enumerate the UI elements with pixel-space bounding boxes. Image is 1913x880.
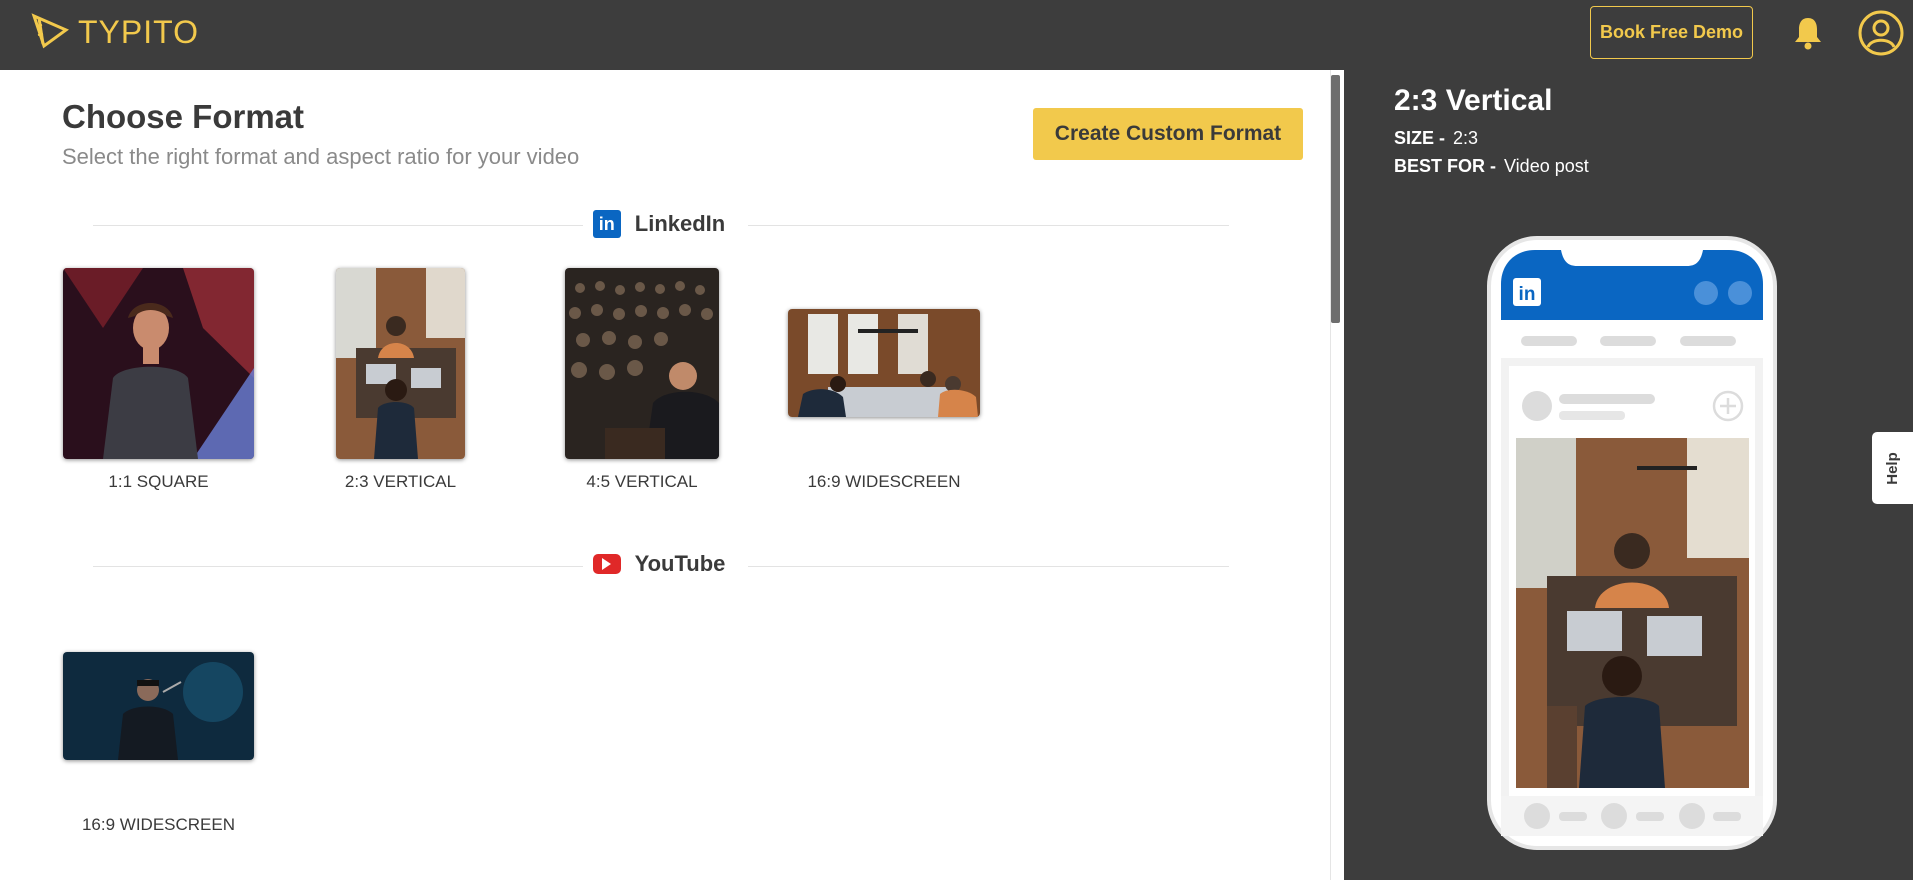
preview-size-value: 2:3 xyxy=(1453,128,1479,148)
section-header-linkedin: in LinkedIn xyxy=(93,210,1229,240)
preview-size: SIZE - 2:3 xyxy=(1394,128,1478,149)
section-header-youtube: YouTube xyxy=(93,551,1229,581)
phone-preview-mockup: in xyxy=(1487,236,1777,850)
preview-title: 2:3 Vertical xyxy=(1394,84,1553,117)
format-label: 16:9 WIDESCREEN xyxy=(807,472,961,491)
page-subtitle: Select the right format and aspect ratio… xyxy=(62,144,580,169)
help-tab[interactable]: Help xyxy=(1872,432,1913,504)
logo-text: TYPITO xyxy=(78,13,199,50)
phone-linkedin-icon: in xyxy=(1519,284,1536,305)
bell-icon[interactable] xyxy=(1792,15,1824,51)
preview-best-for-value: Video post xyxy=(1504,156,1589,176)
help-tab-label: Help xyxy=(1883,451,1901,485)
format-thumbnail[interactable] xyxy=(788,309,980,417)
section-title-linkedin: LinkedIn xyxy=(630,211,730,237)
user-avatar-icon[interactable] xyxy=(1858,10,1904,56)
book-free-demo-button[interactable]: Book Free Demo xyxy=(1590,6,1753,59)
format-label: 4:5 VERTICAL xyxy=(586,472,698,491)
linkedin-icon: in xyxy=(592,210,621,238)
section-title-youtube: YouTube xyxy=(630,551,730,577)
format-thumbnail[interactable] xyxy=(565,268,719,459)
typito-logo[interactable]: TYPITO xyxy=(30,12,199,52)
preview-best-for-label: BEST FOR - xyxy=(1394,156,1496,176)
page-title: Choose Format xyxy=(62,98,305,135)
create-custom-format-button[interactable]: Create Custom Format xyxy=(1033,108,1303,160)
format-label: 1:1 SQUARE xyxy=(108,472,209,491)
format-thumbnail[interactable] xyxy=(63,268,254,459)
top-bar: TYPITO Book Free Demo xyxy=(0,0,1913,70)
format-label: 16:9 WIDESCREEN xyxy=(81,815,236,834)
scrollbar-thumb[interactable] xyxy=(1331,75,1340,323)
format-label: 2:3 VERTICAL xyxy=(344,472,457,491)
preview-best-for: BEST FOR - Video post xyxy=(1394,156,1589,177)
format-thumbnail[interactable] xyxy=(63,652,254,760)
logo-play-icon xyxy=(31,13,69,49)
format-thumbnail[interactable] xyxy=(336,268,465,459)
youtube-icon xyxy=(592,554,621,574)
phone-post-image xyxy=(1516,438,1749,788)
format-chooser-panel: Choose Format Select the right format an… xyxy=(0,70,1344,880)
preview-size-label: SIZE - xyxy=(1394,128,1446,148)
